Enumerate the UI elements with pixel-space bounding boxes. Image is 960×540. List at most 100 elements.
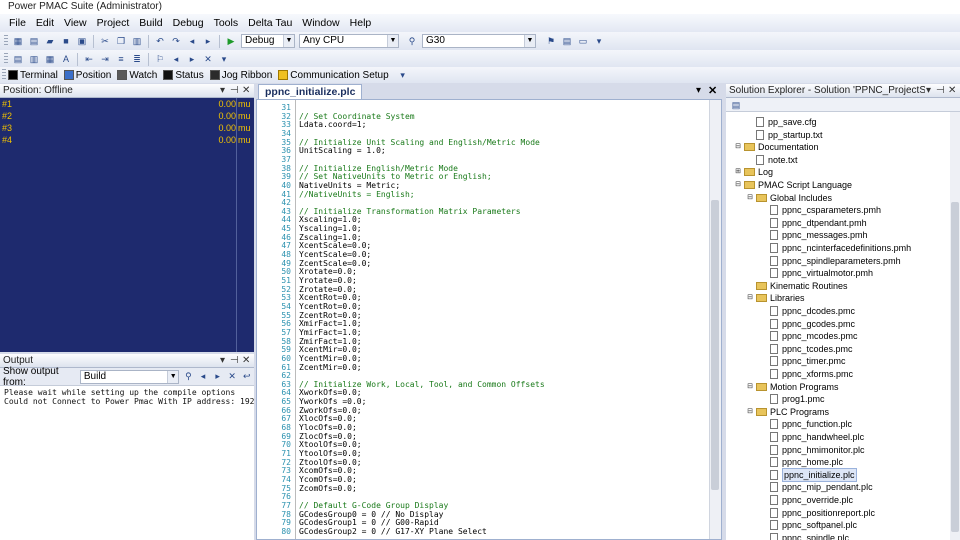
- code-line[interactable]: 49 ZcentScale=0.0;: [257, 259, 707, 268]
- tree-file[interactable]: ppnc_handwheel.plc: [760, 431, 864, 443]
- copy-icon[interactable]: ❐: [114, 34, 128, 48]
- toolbar-grip[interactable]: [4, 53, 8, 65]
- code-line[interactable]: 59 XcentMir=0.0;: [257, 345, 707, 354]
- code-line[interactable]: 61 ZcentMir=0.0;: [257, 363, 707, 372]
- comment-icon[interactable]: ≡: [114, 52, 128, 66]
- scrollbar-thumb[interactable]: [951, 202, 959, 532]
- code-line[interactable]: 79 GCodesGroup1 = 0 // G00-Rapid: [257, 518, 707, 527]
- code-line[interactable]: 64 XworkOfs=0.0;: [257, 388, 707, 397]
- redo-icon[interactable]: ↷: [169, 34, 183, 48]
- tree-file[interactable]: ppnc_home.plc: [760, 456, 843, 468]
- expand-icon[interactable]: ⊞: [734, 166, 742, 178]
- tree-file[interactable]: ppnc_softpanel.plc: [760, 519, 857, 531]
- tree-file[interactable]: ppnc_timer.pmc: [760, 355, 846, 367]
- jog-ribbon-button[interactable]: Jog Ribbon: [209, 70, 272, 81]
- tree-file[interactable]: ppnc_gcodes.pmc: [760, 318, 855, 330]
- next-bookmark-icon[interactable]: ▸: [185, 52, 199, 66]
- tree-file[interactable]: ppnc_messages.pmh: [760, 229, 868, 241]
- toolbox-icon[interactable]: ▭: [576, 34, 590, 48]
- code-line[interactable]: 66 ZworkOfs=0.0;: [257, 406, 707, 415]
- output-source-select[interactable]: Build ▼: [79, 369, 180, 384]
- code-line[interactable]: 53 XcentRot=0.0;: [257, 293, 707, 302]
- tree-file[interactable]: pp_startup.txt: [746, 129, 823, 141]
- active-files-dropdown-icon[interactable]: ▾: [696, 85, 701, 96]
- collapse-icon[interactable]: ⊟: [746, 406, 754, 418]
- tree-folder[interactable]: ⊟ Motion Programs: [746, 381, 838, 393]
- code-line[interactable]: 42: [257, 198, 707, 207]
- code-line[interactable]: 70 XtoolOfs=0.0;: [257, 440, 707, 449]
- close-icon[interactable]: ✕: [242, 84, 250, 97]
- toolbar-grip[interactable]: [4, 35, 8, 47]
- properties-icon[interactable]: ▤: [729, 98, 743, 112]
- cut-icon[interactable]: ✂: [98, 34, 112, 48]
- dropdown-icon[interactable]: ▾: [220, 354, 225, 367]
- tree-file[interactable]: ppnc_tcodes.pmc: [760, 343, 853, 355]
- prev-message-icon[interactable]: ◂: [197, 370, 210, 384]
- code-line[interactable]: 33 Ldata.coord=1;: [257, 120, 707, 129]
- tree-file[interactable]: ppnc_dtpendant.pmh: [760, 217, 867, 229]
- platform-select[interactable]: Any CPU ▼: [299, 34, 399, 48]
- code-line[interactable]: 45 Yscaling=1.0;: [257, 224, 707, 233]
- collapse-icon[interactable]: ⊟: [734, 179, 742, 191]
- code-line[interactable]: 69 ZlocOfs=0.0;: [257, 432, 707, 441]
- menu-file[interactable]: File: [4, 14, 31, 32]
- save-all-icon[interactable]: ▣: [75, 34, 89, 48]
- tab-ppnc-initialize[interactable]: ppnc_initialize.plc: [258, 84, 363, 99]
- close-icon[interactable]: ✕: [242, 354, 250, 367]
- menu-edit[interactable]: Edit: [31, 14, 59, 32]
- pin-icon[interactable]: ⊣: [230, 84, 239, 97]
- tree-file[interactable]: ppnc_mip_pendant.plc: [760, 481, 873, 493]
- word-wrap-icon[interactable]: ↩: [240, 370, 253, 384]
- code-line[interactable]: 65 YworkOfs =0.0;: [257, 397, 707, 406]
- code-line[interactable]: 80 GCodesGroup2 = 0 // G17-XY Plane Selec…: [257, 527, 707, 536]
- code-line[interactable]: 37: [257, 155, 707, 164]
- watch-button[interactable]: Watch: [117, 70, 157, 81]
- tree-file[interactable]: ppnc_dcodes.pmc: [760, 305, 855, 317]
- collapse-icon[interactable]: ⊟: [734, 141, 742, 153]
- code-line[interactable]: 31: [257, 103, 707, 112]
- next-message-icon[interactable]: ▸: [211, 370, 224, 384]
- save-icon[interactable]: ■: [59, 34, 73, 48]
- properties-icon[interactable]: ▤: [560, 34, 574, 48]
- menu-window[interactable]: Window: [297, 14, 344, 32]
- word-complete-icon[interactable]: A: [59, 52, 73, 66]
- tree-folder[interactable]: ⊟ Documentation: [734, 141, 818, 153]
- code-line[interactable]: 38 // Initialize English/Metric Mode: [257, 164, 707, 173]
- code-line[interactable]: 44 Xscaling=1.0;: [257, 215, 707, 224]
- tree-file[interactable]: note.txt: [746, 154, 798, 166]
- code-line[interactable]: 71 YtoolOfs=0.0;: [257, 449, 707, 458]
- navigate-forward-icon[interactable]: ▸: [201, 34, 215, 48]
- close-icon[interactable]: ✕: [948, 84, 956, 97]
- target-select[interactable]: G30 ▼: [422, 34, 536, 48]
- menu-debug[interactable]: Debug: [168, 14, 209, 32]
- editor-vertical-scrollbar[interactable]: [709, 100, 721, 539]
- code-line[interactable]: 54 YcentRot=0.0;: [257, 302, 707, 311]
- code-line[interactable]: 46 Zscaling=1.0;: [257, 233, 707, 242]
- tree-folder[interactable]: ⊟ PMAC Script Language: [734, 179, 852, 191]
- tree-file[interactable]: ppnc_csparameters.pmh: [760, 204, 881, 216]
- uncomment-icon[interactable]: ≣: [130, 52, 144, 66]
- list-members-icon[interactable]: ▤: [11, 52, 25, 66]
- code-line[interactable]: 48 YcentScale=0.0;: [257, 250, 707, 259]
- clear-all-icon[interactable]: ✕: [226, 370, 239, 384]
- pin-icon[interactable]: ⊣: [936, 84, 945, 97]
- solution-vertical-scrollbar[interactable]: [950, 112, 960, 540]
- tree-folder[interactable]: ⊞ Log: [734, 166, 773, 178]
- find-message-icon[interactable]: ⚲: [182, 370, 195, 384]
- code-line[interactable]: 55 ZcentRot=0.0;: [257, 311, 707, 320]
- tree-file[interactable]: ppnc_ncinterfacedefinitions.pmh: [760, 242, 911, 254]
- communication-setup-button[interactable]: Communication Setup: [278, 70, 389, 81]
- code-line[interactable]: 77 // Default G-Code Group Display: [257, 501, 707, 510]
- scrollbar-thumb[interactable]: [711, 200, 719, 490]
- menu-tools[interactable]: Tools: [209, 14, 244, 32]
- tree-file[interactable]: ppnc_spindleparameters.pmh: [760, 255, 901, 267]
- terminal-button[interactable]: Terminal: [8, 70, 58, 81]
- find-icon[interactable]: ⚲: [405, 34, 419, 48]
- close-tab-icon[interactable]: ✕: [708, 84, 717, 97]
- add-item-icon[interactable]: ▤: [27, 34, 41, 48]
- tree-file[interactable]: ppnc_override.plc: [760, 494, 853, 506]
- outdent-icon[interactable]: ⇤: [82, 52, 96, 66]
- menu-help[interactable]: Help: [345, 14, 377, 32]
- menu-view[interactable]: View: [59, 14, 92, 32]
- pin-icon[interactable]: ⊣: [230, 354, 239, 367]
